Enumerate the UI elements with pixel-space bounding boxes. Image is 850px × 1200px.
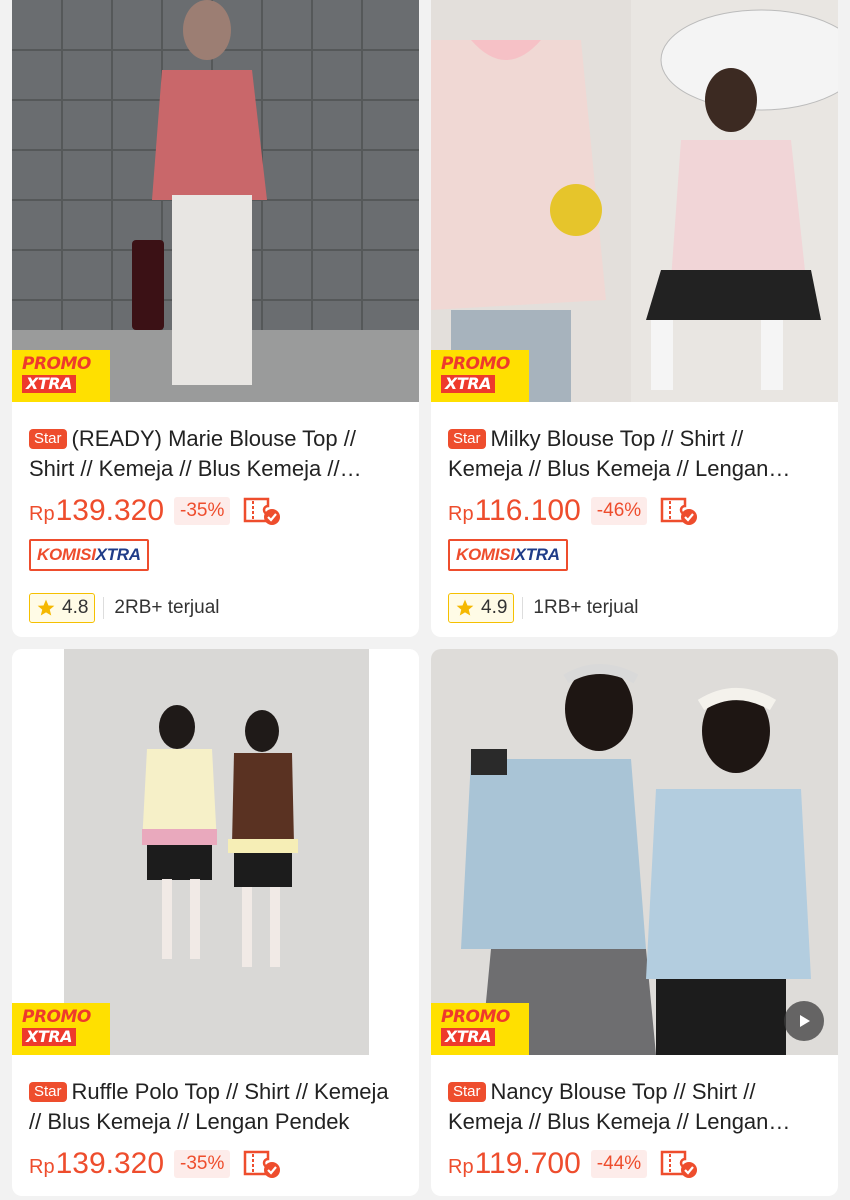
discount-badge: -44% (590, 1150, 648, 1178)
product-photo (431, 0, 838, 402)
product-card[interactable]: PROMO XTRA Star (READY) Marie Blouse Top … (12, 0, 419, 637)
star-icon (37, 599, 55, 616)
product-price: Rp 139.320 (29, 1147, 165, 1180)
product-title: Star Ruffle Polo Top // Shirt // Kemeja /… (29, 1079, 389, 1134)
discount-badge: -35% (174, 497, 231, 525)
product-photo (12, 0, 419, 402)
free-shipping-voucher-icon (660, 497, 698, 525)
star-seller-badge: Star (448, 1082, 486, 1102)
free-shipping-voucher-icon (244, 1150, 281, 1178)
product-title: Star Milky Blouse Top // Shirt // Kemeja … (448, 426, 769, 481)
star-seller-badge: Star (29, 429, 67, 449)
rating-badge: 4.8 (29, 593, 96, 623)
play-video-button[interactable] (784, 1001, 824, 1041)
rating-badge: 4.9 (448, 593, 515, 623)
sold-count: 1RB+ terjual (522, 597, 639, 619)
product-card[interactable]: PROMO XTRA Star Milky Blouse Top // Shirt… (431, 0, 838, 637)
product-grid: PROMO XTRA Star (READY) Marie Blouse Top … (12, 0, 838, 1196)
komisi-xtra-badge: KOMISI XTRA (29, 539, 149, 571)
komisi-xtra-badge: KOMISI XTRA (448, 539, 568, 571)
product-photo (12, 649, 419, 1055)
product-card[interactable]: PROMO XTRA Star Nancy Blouse Top // Shirt… (431, 649, 838, 1196)
promo-xtra-badge: PROMO XTRA (431, 350, 529, 402)
play-icon (800, 1015, 810, 1027)
sold-count: 2RB+ terjual (103, 597, 220, 619)
promo-xtra-badge: PROMO XTRA (12, 350, 110, 402)
product-price: Rp 119.700 (448, 1147, 581, 1180)
product-price: Rp 116.100 (448, 494, 581, 527)
product-image[interactable]: PROMO XTRA (12, 0, 419, 402)
product-title: Star (READY) Marie Blouse Top // Shirt //… (29, 426, 356, 481)
product-image[interactable]: PROMO XTRA (12, 649, 419, 1055)
promo-xtra-badge: PROMO XTRA (431, 1003, 529, 1055)
discount-badge: -35% (174, 1150, 231, 1178)
product-photo (431, 649, 838, 1055)
discount-badge: -46% (590, 497, 648, 525)
star-seller-badge: Star (448, 429, 486, 449)
product-title: Star Nancy Blouse Top // Shirt // Kemeja … (448, 1079, 769, 1134)
product-price: Rp 139.320 (29, 494, 165, 527)
star-seller-badge: Star (29, 1082, 67, 1102)
star-icon (456, 599, 474, 616)
free-shipping-voucher-icon (660, 1150, 698, 1178)
promo-xtra-badge: PROMO XTRA (12, 1003, 110, 1055)
product-image[interactable]: PROMO XTRA (431, 0, 838, 402)
product-card[interactable]: PROMO XTRA Star Ruffle Polo Top // Shirt … (12, 649, 419, 1196)
product-image[interactable]: PROMO XTRA (431, 649, 838, 1055)
free-shipping-voucher-icon (244, 497, 281, 525)
